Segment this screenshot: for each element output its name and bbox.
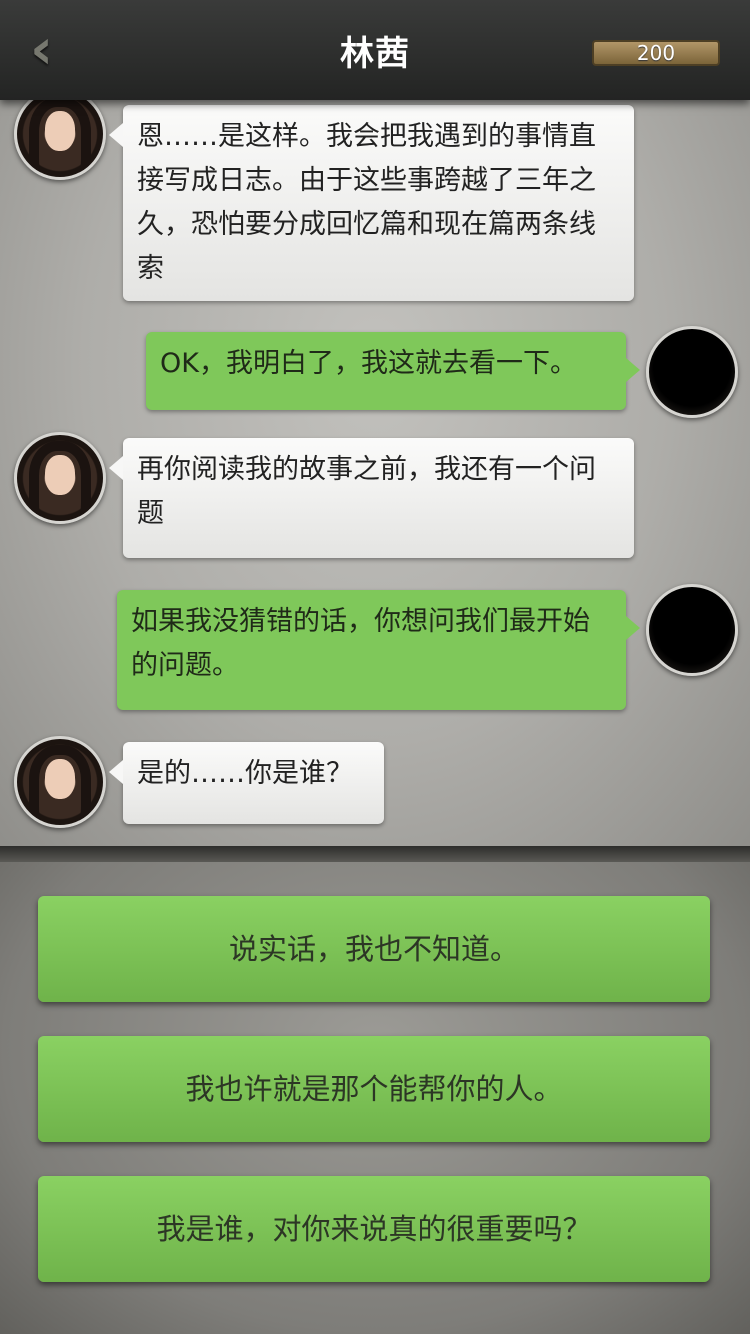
message-text: 是的……你是谁？ bbox=[137, 758, 353, 789]
coin-counter: 200 bbox=[592, 40, 720, 66]
outgoing-message-bubble: 如果我没猜错的话，你想问我们最开始的问题。 bbox=[117, 590, 640, 710]
user-avatar[interactable] bbox=[646, 584, 738, 676]
incoming-message-bubble: 再你阅读我的故事之前，我还有一个问题 bbox=[109, 438, 634, 558]
message-text: 恩……是这样。我会把我遇到的事情直接写成日志。由于这些事跨越了三年之久，恐怕要分… bbox=[137, 121, 596, 284]
user-avatar[interactable] bbox=[646, 326, 738, 418]
message-text: 如果我没猜错的话，你想问我们最开始的问题。 bbox=[131, 606, 590, 681]
chat-history[interactable]: 恩……是这样。我会把我遇到的事情直接写成日志。由于这些事跨越了三年之久，恐怕要分… bbox=[0, 100, 750, 852]
choice-button-3[interactable]: 我是谁，对你来说真的很重要吗？ bbox=[38, 1176, 710, 1282]
reply-choices-panel: 说实话，我也不知道。 我也许就是那个能帮你的人。 我是谁，对你来说真的很重要吗？ bbox=[0, 858, 750, 1334]
contact-avatar[interactable] bbox=[14, 736, 106, 828]
contact-avatar[interactable] bbox=[14, 432, 106, 524]
choice-button-2[interactable]: 我也许就是那个能帮你的人。 bbox=[38, 1036, 710, 1142]
incoming-message-bubble: 是的……你是谁？ bbox=[109, 742, 384, 824]
panel-divider bbox=[0, 846, 750, 862]
message-text: OK，我明白了，我这就去看一下。 bbox=[160, 348, 577, 379]
contact-avatar[interactable] bbox=[14, 100, 106, 180]
incoming-message-bubble: 恩……是这样。我会把我遇到的事情直接写成日志。由于这些事跨越了三年之久，恐怕要分… bbox=[109, 105, 634, 301]
message-text: 再你阅读我的故事之前，我还有一个问题 bbox=[137, 454, 596, 529]
choice-button-1[interactable]: 说实话，我也不知道。 bbox=[38, 896, 710, 1002]
top-bar: ‹ 林茜 200 bbox=[0, 0, 750, 100]
outgoing-message-bubble: OK，我明白了，我这就去看一下。 bbox=[146, 332, 640, 410]
